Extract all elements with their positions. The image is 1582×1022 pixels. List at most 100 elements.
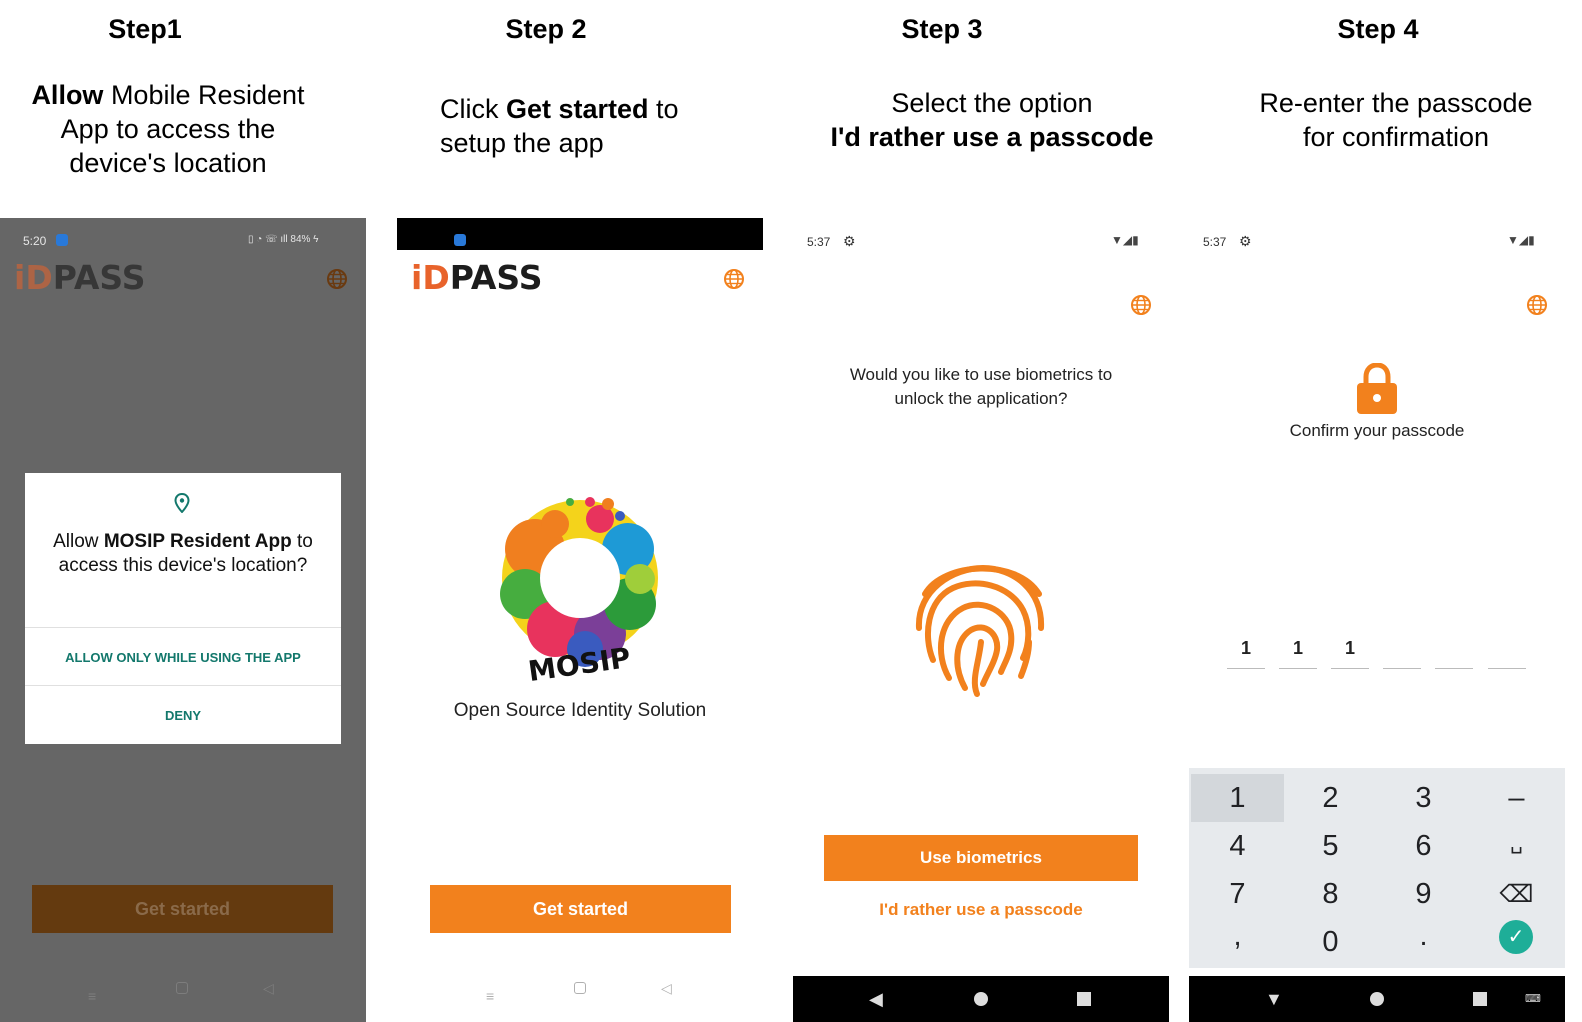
key-4[interactable]: 4	[1191, 830, 1284, 863]
screen-step3: 5:37 ⚙ ▼◢▮ Would you like to use biometr…	[793, 218, 1169, 1022]
mosip-logo: MOSIP	[500, 497, 658, 684]
step3-title: Step 3	[901, 14, 983, 44]
dialog-divider	[25, 685, 341, 686]
dialog-message: Allow MOSIP Resident App to access this …	[45, 530, 321, 578]
step3-desc-bold: I'd rather use a passcode	[830, 122, 1154, 152]
globe-icon[interactable]	[723, 268, 745, 290]
idpass-logo: iDPASS	[411, 258, 542, 297]
keyboard-icon[interactable]: ⌨	[1525, 992, 1541, 1005]
key-3[interactable]: 3	[1377, 782, 1470, 815]
pin-underline	[1331, 668, 1369, 669]
signal-battery-icons: ▼◢▮	[1507, 233, 1535, 247]
step2-desc-pre: Click	[440, 94, 506, 124]
logo-pass: PASS	[52, 258, 146, 297]
step1-title: Step1	[108, 14, 182, 44]
navigation-bar: ◀	[793, 976, 1169, 1022]
globe-icon[interactable]	[326, 268, 348, 290]
home-nav-icon[interactable]	[176, 982, 188, 994]
step2-desc-bold: Get started	[506, 94, 649, 124]
status-time: 5:20	[23, 234, 47, 248]
question-line1: Would you like to use biometrics to	[849, 365, 1113, 384]
pin-underline	[1435, 668, 1473, 669]
get-started-button[interactable]: Get started	[430, 885, 731, 933]
signal-battery-icons: ▼◢▮	[1111, 233, 1139, 247]
passcode-link[interactable]: I'd rather use a passcode	[793, 900, 1169, 920]
confirm-key[interactable]: ✓	[1499, 920, 1533, 954]
lock-icon	[1357, 363, 1397, 414]
status-bar	[397, 218, 763, 250]
dialog-divider	[25, 627, 341, 628]
logo-pass: PASS	[449, 258, 543, 297]
screen-step1: 5:20 ▯ ◔ ☏ ıll 84% ϟ iDPASS Allow MOSIP …	[0, 218, 366, 1022]
recents-nav-icon[interactable]	[1077, 992, 1091, 1006]
settings-status-icon: ⚙	[1239, 233, 1252, 249]
home-nav-icon[interactable]	[574, 982, 586, 994]
key-7[interactable]: 7	[1191, 878, 1284, 911]
menu-nav-icon[interactable]: ≡	[486, 988, 494, 1004]
key-1[interactable]: 1	[1191, 782, 1284, 815]
step2-title: Step 2	[505, 14, 587, 44]
tagline: Open Source Identity Solution	[453, 700, 707, 721]
menu-nav-icon[interactable]: ≡	[88, 988, 96, 1004]
dialog-app-name: MOSIP Resident App	[103, 531, 292, 552]
screen-step4: 5:37 ⚙ ▼◢▮ Confirm your passcode 1 1 1 1…	[1189, 218, 1565, 1022]
key-period[interactable]: .	[1377, 920, 1470, 953]
pin-underline	[1383, 668, 1421, 669]
back-nav-icon[interactable]: ◀	[869, 989, 883, 1010]
step4-title: Step 4	[1337, 14, 1419, 44]
key-5[interactable]: 5	[1284, 830, 1377, 863]
logo-d: D	[25, 258, 53, 297]
numeric-keypad: 1 2 3 – 4 5 6 ␣ 7 8 9 ⌫ , 0 . ✓	[1189, 768, 1565, 968]
step1-desc-bold: Allow	[31, 80, 104, 110]
back-nav-icon[interactable]: ◁	[661, 980, 672, 997]
home-nav-icon[interactable]	[1370, 992, 1384, 1006]
key-8[interactable]: 8	[1284, 878, 1377, 911]
logo-i: i	[14, 258, 26, 297]
key-6[interactable]: 6	[1377, 830, 1470, 863]
question-line2: unlock the application?	[894, 389, 1068, 408]
deny-button[interactable]: DENY	[25, 708, 341, 723]
recents-nav-icon[interactable]	[1473, 992, 1487, 1006]
permission-dialog: Allow MOSIP Resident App to access this …	[25, 473, 341, 744]
fingerprint-icon	[915, 564, 1045, 697]
use-biometrics-button[interactable]: Use biometrics	[824, 835, 1138, 881]
back-nav-icon[interactable]: ▼	[1265, 989, 1283, 1010]
status-time: 5:37	[807, 235, 831, 249]
pin-digit: 1	[1344, 638, 1355, 658]
battery-level: 84%	[290, 234, 311, 245]
back-nav-icon[interactable]: ◁	[263, 980, 274, 997]
bluetooth-icon	[56, 234, 68, 246]
settings-status-icon: ⚙	[843, 233, 856, 249]
get-started-button[interactable]: Get started	[32, 885, 333, 933]
step4-description: Re-enter the passcode for confirmation	[1236, 86, 1556, 154]
step4-desc-line1: Re-enter the passcode	[1259, 88, 1533, 118]
key-comma[interactable]: ,	[1191, 920, 1284, 953]
key-2[interactable]: 2	[1284, 782, 1377, 815]
dialog-prefix: Allow	[53, 531, 104, 552]
globe-icon[interactable]	[1526, 294, 1548, 316]
step2-description: Click Get started to setup the app	[440, 92, 720, 160]
key-0[interactable]: 0	[1284, 926, 1377, 959]
allow-while-using-button[interactable]: ALLOW ONLY WHILE USING THE APP	[25, 650, 341, 665]
step3-desc-line1: Select the option	[891, 88, 1093, 118]
key-minus[interactable]: –	[1470, 782, 1563, 815]
pin-digit: 1	[1292, 638, 1303, 658]
idpass-logo: iDPASS	[14, 258, 145, 297]
bluetooth-icon	[454, 234, 466, 246]
key-space[interactable]: ␣	[1470, 830, 1563, 855]
logo-i: i	[411, 258, 423, 297]
biometrics-question: Would you like to use biometrics to unlo…	[793, 363, 1169, 411]
globe-icon[interactable]	[1130, 294, 1152, 316]
step1-description: Allow Mobile Resident App to access the …	[20, 78, 316, 180]
location-pin-icon	[174, 493, 190, 513]
pin-digit: 1	[1240, 638, 1251, 658]
home-nav-icon[interactable]	[974, 992, 988, 1006]
logo-d: D	[422, 258, 450, 297]
key-9[interactable]: 9	[1377, 878, 1470, 911]
backspace-key[interactable]: ⌫	[1470, 880, 1563, 909]
pin-underline	[1488, 668, 1526, 669]
screen-step2: iDPASS MOSIP Open Source Identity Soluti…	[397, 218, 763, 1022]
status-icons: ▯ ◔ ☏ ıll 84% ϟ	[248, 234, 319, 245]
navigation-bar: ▼ ⌨	[1189, 976, 1565, 1022]
step4-desc-line2: for confirmation	[1302, 122, 1490, 152]
